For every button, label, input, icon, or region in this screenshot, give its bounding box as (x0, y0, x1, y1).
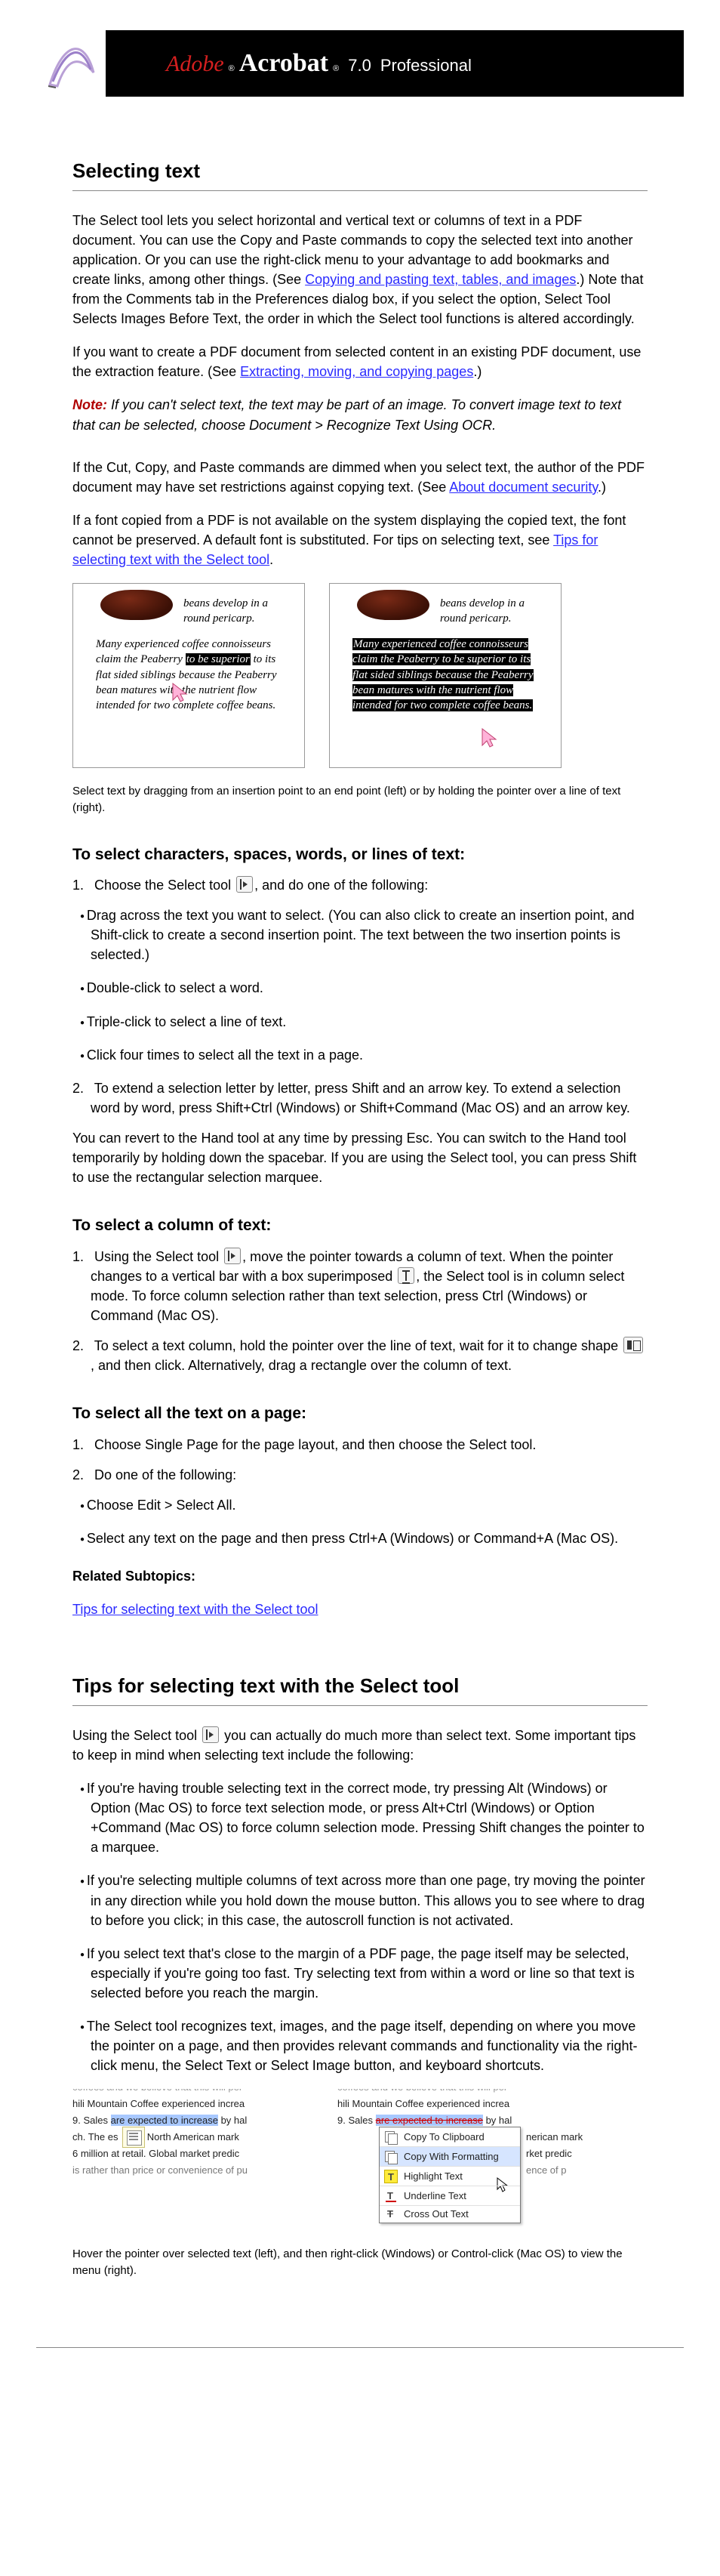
section-title-tips: Tips for selecting text with the Select … (72, 1672, 648, 1701)
figure-text: beans develop in a round pericarp. (171, 588, 295, 634)
menu-item-highlight-text[interactable]: Highlight Text (380, 2167, 520, 2186)
note: Note: If you can't select text, the text… (72, 395, 648, 434)
coffee-bean-icon (357, 590, 429, 620)
figure-select-drag: beans develop in a round pericarp. Many … (72, 583, 305, 768)
bullet: Triple-click to select a line of text. (91, 1012, 648, 1032)
subheading-select-all: To select all the text on a page: (72, 1402, 648, 1425)
related-subtopics-label: Related Subtopics: (72, 1566, 648, 1586)
paragraph: If the Cut, Copy, and Paste commands are… (72, 458, 648, 497)
figure-text: beans develop in a round pericarp. (428, 588, 552, 634)
cross-out-selection: are expected to increase (376, 2115, 483, 2126)
step-2: 2. Do one of the following: (91, 1465, 648, 1485)
reg-mark-2: ® (333, 63, 339, 76)
bullet: If you select text that's close to the m… (91, 1944, 648, 2003)
context-menu: Copy To Clipboard Copy With Formatting H… (379, 2127, 521, 2223)
bullet: If you're having trouble selecting text … (91, 1779, 648, 1857)
paragraph: If you want to create a PDF document fro… (72, 342, 648, 381)
step-2: 2. To select a text column, hold the poi… (91, 1336, 648, 1375)
link-tips-select-tool-2[interactable]: Tips for selecting text with the Select … (72, 1602, 318, 1617)
link-copying-pasting[interactable]: Copying and pasting text, tables, and im… (305, 272, 576, 287)
note-label: Note: (72, 397, 107, 412)
section-title-selecting-text: Selecting text (72, 157, 648, 186)
bullet: Double-click to select a word. (91, 978, 648, 998)
brand-edition: Professional (380, 54, 472, 78)
figure-caption-2: Hover the pointer over selected text (le… (72, 2246, 648, 2279)
cross-out-icon (384, 2207, 398, 2221)
adobe-logo-icon (36, 30, 106, 97)
column-select-icon (623, 1337, 643, 1353)
paragraph: You can revert to the Hand tool at any t… (72, 1128, 648, 1187)
select-tool-icon (202, 1726, 219, 1743)
underline-icon (384, 2189, 398, 2203)
copy-icon (384, 2130, 398, 2144)
brand-acrobat: Acrobat (239, 45, 328, 82)
select-text-badge-icon (122, 2127, 145, 2148)
paragraph: Using the Select tool you can actually d… (72, 1726, 648, 1765)
brand-adobe: Adobe (166, 48, 224, 81)
step-1: 1. Choose Single Page for the page layou… (91, 1435, 648, 1455)
column-ibeam-icon (398, 1267, 414, 1284)
bullet: Select any text on the page and then pre… (91, 1529, 648, 1548)
figure-row-2: coffees and we believe that this will pe… (72, 2089, 648, 2240)
app-header: Adobe ® Acrobat ® 7.0 Professional (36, 30, 684, 97)
coffee-bean-icon (100, 590, 173, 620)
selection: are expected to increase (111, 2115, 218, 2126)
reg-mark-1: ® (229, 63, 235, 76)
figure-caption: Select text by dragging from an insertio… (72, 783, 648, 816)
figure-row-1: beans develop in a round pericarp. Many … (72, 583, 648, 768)
highlight-selection: to be superior (186, 653, 251, 665)
highlight-icon (384, 2170, 398, 2183)
brand-version: 7.0 (348, 54, 371, 78)
related-link-row: Tips for selecting text with the Select … (72, 1600, 648, 1619)
bullet: If you're selecting multiple columns of … (91, 1871, 648, 1930)
link-extracting-pages[interactable]: Extracting, moving, and copying pages (240, 364, 473, 379)
paragraph: If a font copied from a PDF is not avail… (72, 511, 648, 569)
menu-item-copy-formatting[interactable]: Copy With Formatting (380, 2147, 520, 2167)
cursor-arrow-icon (481, 727, 499, 748)
step-1: 1. Choose the Select tool , and do one o… (91, 875, 648, 895)
divider (72, 1705, 648, 1706)
highlight-selection: Many experienced coffee connoisseurs cla… (352, 638, 534, 711)
bullet: Click four times to select all the text … (91, 1045, 648, 1065)
select-tool-icon (224, 1248, 241, 1264)
menu-item-copy-clipboard[interactable]: Copy To Clipboard (380, 2127, 520, 2147)
subheading-select-characters: To select characters, spaces, words, or … (72, 844, 648, 866)
figure-select-line: beans develop in a round pericarp. Many … (329, 583, 562, 768)
divider (72, 190, 648, 191)
select-tool-icon (236, 876, 253, 893)
figure-hover-text: coffees and we believe that this will pe… (72, 2089, 325, 2195)
paragraph: The Select tool lets you select horizont… (72, 211, 648, 329)
bullet: Choose Edit > Select All. (91, 1495, 648, 1515)
figure-text: Many experienced coffee connoisseurs cla… (84, 629, 295, 720)
step-2: 2. To extend a selection letter by lette… (91, 1078, 648, 1118)
bullet: Drag across the text you want to select.… (91, 905, 648, 964)
step-1: 1. Using the Select tool , move the poin… (91, 1247, 648, 1325)
figure-text: Many experienced coffee connoisseurs cla… (340, 629, 552, 720)
copy-formatting-icon (384, 2150, 398, 2164)
menu-item-underline-text[interactable]: Underline Text (380, 2186, 520, 2206)
subheading-select-column: To select a column of text: (72, 1214, 648, 1237)
link-document-security[interactable]: About document security (449, 480, 598, 495)
figure-context-menu: coffees and we believe that this will pe… (337, 2089, 609, 2240)
menu-item-cross-out-text[interactable]: Cross Out Text (380, 2206, 520, 2223)
bullet: The Select tool recognizes text, images,… (91, 2016, 648, 2075)
